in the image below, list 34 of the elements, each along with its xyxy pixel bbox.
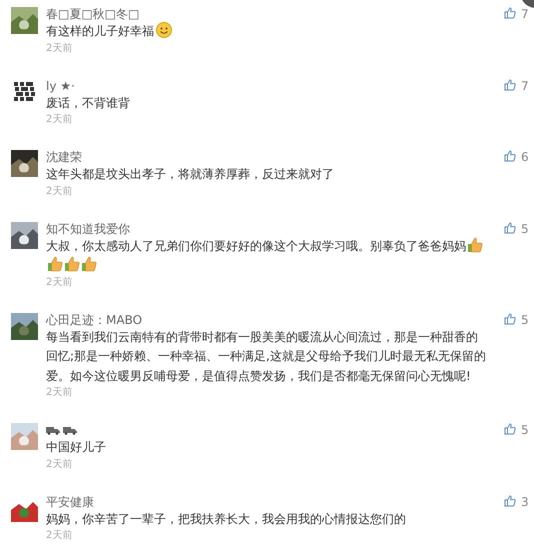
like-count: 7	[521, 78, 529, 92]
thumbs-up-icon[interactable]	[504, 423, 516, 435]
user-name[interactable]: 知不知道我爱你	[46, 220, 130, 236]
like-count: 7	[521, 7, 529, 21]
comment-text: 这年头都是坟头出孝子，将就薄养厚葬，反过来就对了	[46, 166, 335, 183]
thumbs-up-icon[interactable]	[504, 150, 516, 162]
thumbs-up-icon[interactable]	[504, 78, 516, 90]
thumbs-up-icon[interactable]	[504, 312, 516, 324]
like-count: 6	[521, 150, 529, 164]
comment-time: 2天前	[46, 276, 74, 290]
comment-text: 废话，不背谁背	[46, 94, 131, 112]
user-name[interactable]: ly ★·	[46, 78, 75, 94]
comment-time: 2天前	[46, 386, 74, 400]
comment-text: 大叔，你太感动人了兄弟们你们要好好的像这个大叔学习哦。别辜负了爸爸妈妈	[46, 236, 486, 276]
like-count: 5	[521, 222, 529, 236]
thumbs-up-icon[interactable]	[504, 494, 516, 506]
like-count: 5	[521, 423, 529, 437]
thumbs-up-icon[interactable]	[504, 7, 516, 19]
comment-text: 有这样的儿子好幸福	[46, 22, 486, 42]
comment-time: 2天前	[46, 42, 74, 56]
like-count: 5	[521, 312, 529, 326]
comment-time: 2天前	[46, 113, 74, 127]
comment-text: 中国好儿子	[46, 439, 107, 456]
comment-text: 妈妈，你辛苦了一辈子，把我扶养长大，我会用我的心情报达您们的	[46, 510, 407, 528]
comment-time: 2天前	[46, 184, 74, 198]
user-name[interactable]: 沈建荣	[46, 149, 82, 165]
user-name[interactable]: 平安健康	[46, 494, 94, 510]
comment-time: 2天前	[46, 529, 74, 543]
comment-text: 每当看到我们云南特有的背带时都有一股美美的暖流从心间流过，那是一种甜香的回忆;那是一种娇赖、一种幸福、一种满足,这就是父母给予我们儿时最无私无保留的爱。如今这位暖男反哺母爱，是值得点赞发扬，我们是否都毫无保留问心无愧呢!	[46, 328, 486, 384]
user-name[interactable]: 心田足迹：MABO	[46, 312, 142, 328]
comment-time: 2天前	[46, 458, 74, 472]
like-count: 3	[521, 494, 529, 508]
thumbs-up-icon[interactable]	[504, 222, 516, 234]
user-name[interactable]: 春□夏□秋□冬□	[46, 6, 140, 22]
